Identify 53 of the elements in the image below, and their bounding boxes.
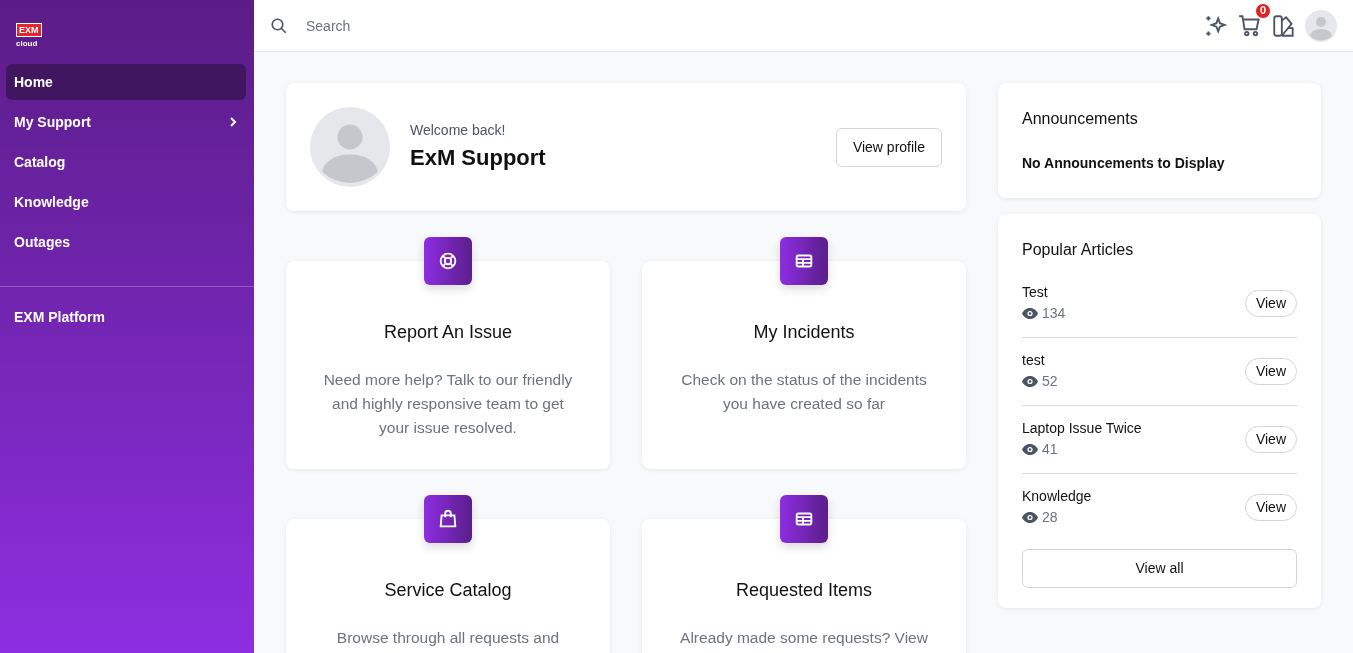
card-title: Service Catalog bbox=[383, 579, 513, 602]
action-card[interactable]: Service Catalog Browse through all requests and bbox=[286, 519, 610, 653]
card-title: Announcements bbox=[1022, 109, 1139, 129]
article-title[interactable]: Laptop Issue Twice bbox=[1022, 418, 1142, 439]
swatch-icon[interactable] bbox=[1271, 12, 1297, 39]
card-title: Popular Articles bbox=[1022, 240, 1135, 260]
view-all-button[interactable]: View all bbox=[1022, 549, 1297, 588]
cart-count-badge: 0 bbox=[1255, 2, 1271, 19]
sidebar-item[interactable]: Outages bbox=[6, 224, 246, 260]
card-title: Report An Issue bbox=[382, 321, 514, 344]
lifebuoy-icon bbox=[424, 237, 472, 285]
shopping-bag-icon bbox=[424, 495, 472, 543]
article-title[interactable]: Test bbox=[1022, 282, 1066, 303]
article-title[interactable]: test bbox=[1022, 350, 1058, 371]
logo: EXM cloud bbox=[16, 18, 42, 48]
view-button[interactable]: View bbox=[1244, 358, 1297, 385]
card-description: Already made some requests? View bbox=[679, 628, 929, 648]
empty-message: No Announcements to Display bbox=[1022, 154, 1226, 173]
action-card[interactable]: Requested Items Already made some requests? View bbox=[642, 519, 966, 653]
eye-icon bbox=[1022, 376, 1038, 387]
card-description: Need more help? Talk to our friendly and highly responsive team to get your issue resolved. bbox=[322, 370, 574, 438]
sidebar-item[interactable]: EXM Platform bbox=[6, 299, 246, 335]
eye-icon bbox=[1022, 308, 1038, 319]
view-count: 134 bbox=[1042, 304, 1066, 323]
eye-icon bbox=[1022, 512, 1038, 523]
cart-icon[interactable] bbox=[1237, 12, 1263, 39]
view-count: 41 bbox=[1042, 440, 1058, 459]
sidebar-item[interactable]: Catalog bbox=[6, 144, 246, 180]
card-description: Check on the status of the incidents you have created so far bbox=[680, 370, 928, 414]
table-icon bbox=[780, 495, 828, 543]
view-button[interactable]: View bbox=[1244, 290, 1297, 317]
article-title[interactable]: Knowledge bbox=[1022, 486, 1092, 507]
view-button[interactable]: View bbox=[1244, 494, 1297, 521]
card-title: My Incidents bbox=[752, 321, 856, 344]
view-profile-button[interactable]: View profile bbox=[835, 127, 942, 167]
avatar-icon bbox=[310, 107, 390, 187]
action-card[interactable]: Report An Issue Need more help? Talk to our friendly and highly responsive team to get your issue resolved. bbox=[286, 261, 610, 469]
sidebar-item[interactable]: My Support bbox=[6, 104, 246, 140]
view-count: 52 bbox=[1042, 372, 1058, 391]
sidebar-item[interactable]: Home bbox=[6, 64, 246, 100]
table-icon bbox=[780, 237, 828, 285]
greeting-text: Welcome back! bbox=[410, 121, 507, 140]
view-button[interactable]: View bbox=[1244, 426, 1297, 453]
card-title: Requested Items bbox=[734, 579, 874, 602]
sidebar-item[interactable]: Knowledge bbox=[6, 184, 246, 220]
user-name: ExM Support bbox=[410, 144, 547, 172]
card-description: Browse through all requests and bbox=[335, 628, 561, 648]
eye-icon bbox=[1022, 444, 1038, 455]
search-field[interactable]: Search bbox=[254, 0, 1193, 52]
action-card[interactable]: My Incidents Check on the status of the incidents you have created so far bbox=[642, 261, 966, 469]
search-icon bbox=[270, 16, 288, 35]
chevron-right-icon bbox=[228, 116, 238, 128]
view-count: 28 bbox=[1042, 508, 1058, 527]
